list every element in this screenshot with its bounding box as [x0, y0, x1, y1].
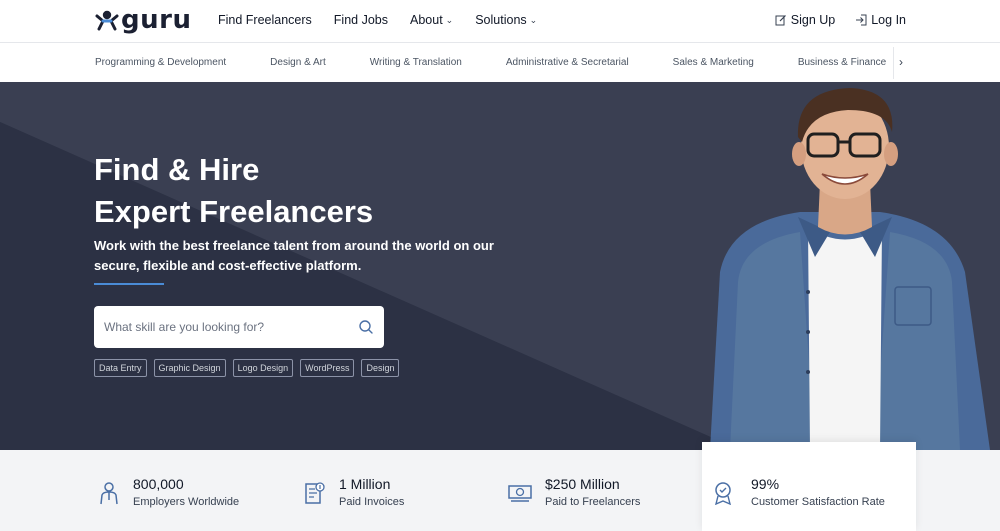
- hero-title-line2: Expert Freelancers: [94, 194, 374, 229]
- nav-label: Find Jobs: [333, 13, 388, 27]
- money-icon: [508, 485, 532, 502]
- search-icon[interactable]: [358, 319, 374, 335]
- guru-logo-icon: [95, 10, 119, 31]
- invoice-icon: [305, 482, 325, 504]
- stat-value: 1 Million: [339, 476, 391, 492]
- category-business[interactable]: Business & Finance: [798, 57, 886, 68]
- tag-wordpress[interactable]: WordPress: [300, 359, 355, 377]
- hero-subtitle: Work with the best freelance talent from…: [94, 238, 494, 273]
- hero-section: Find & Hire Expert Freelancers Work with…: [0, 82, 1000, 450]
- category-writing[interactable]: Writing & Translation: [370, 57, 462, 68]
- login-icon: [856, 14, 867, 26]
- category-list: Programming & Development Design & Art W…: [95, 57, 930, 68]
- nav-label: Solutions: [475, 13, 527, 27]
- auth-links: Sign Up Log In: [775, 13, 906, 27]
- tag-data-entry[interactable]: Data Entry: [94, 359, 147, 377]
- hero-person-image: [710, 88, 990, 450]
- divider: [893, 47, 894, 79]
- logo-text: guru: [121, 5, 192, 35]
- category-administrative[interactable]: Administrative & Secretarial: [506, 57, 629, 68]
- log-in-label: Log In: [871, 13, 906, 27]
- stat-value: 800,000: [133, 476, 184, 492]
- chevron-right-icon[interactable]: ›: [899, 55, 903, 69]
- stat-label: Customer Satisfaction Rate: [751, 496, 885, 508]
- stat-label: Employers Worldwide: [133, 496, 240, 508]
- award-icon: [715, 482, 731, 505]
- top-navbar: guru Find Freelancers Find Jobs About ⌄ …: [0, 0, 1000, 42]
- employer-icon: [100, 482, 118, 505]
- stat-label: Paid Invoices: [339, 496, 405, 508]
- nav-label: Find Freelancers: [218, 13, 312, 27]
- category-bar: Programming & Development Design & Art W…: [0, 42, 1000, 82]
- stat-label: Paid to Freelancers: [545, 496, 641, 508]
- nav-find-freelancers[interactable]: Find Freelancers: [218, 13, 312, 27]
- nav-about[interactable]: About ⌄: [410, 13, 453, 27]
- chevron-down-icon: ⌄: [445, 14, 454, 25]
- hero-title-line1: Find & Hire: [94, 152, 260, 187]
- category-programming[interactable]: Programming & Development: [95, 57, 226, 68]
- category-sales[interactable]: Sales & Marketing: [673, 57, 754, 68]
- stat-satisfaction: 99% Customer Satisfaction Rate: [702, 442, 916, 531]
- nav-find-jobs[interactable]: Find Jobs: [334, 13, 388, 27]
- main-nav: Find Freelancers Find Jobs About ⌄ Solut…: [218, 13, 559, 27]
- sign-up-button[interactable]: Sign Up: [775, 13, 835, 27]
- popular-tags: Data Entry Graphic Design Logo Design Wo…: [94, 359, 400, 377]
- nav-label: About: [410, 13, 443, 27]
- nav-solutions[interactable]: Solutions ⌄: [475, 13, 537, 27]
- stat-paid: $250 Million Paid to Freelancers: [450, 450, 700, 531]
- skill-search-input[interactable]: [104, 317, 344, 337]
- chevron-down-icon: ⌄: [529, 14, 538, 25]
- sign-up-label: Sign Up: [790, 13, 836, 27]
- tag-logo-design[interactable]: Logo Design: [232, 359, 294, 377]
- skill-search-box: [94, 306, 384, 348]
- category-design[interactable]: Design & Art: [270, 57, 326, 68]
- stat-value: 99%: [751, 476, 780, 492]
- stat-invoices: 1 Million Paid Invoices: [250, 450, 450, 531]
- edit-icon: [775, 15, 786, 26]
- stats-bar: 800,000 Employers Worldwide 1 Million Pa…: [0, 442, 1000, 531]
- stat-value: $250 Million: [545, 476, 620, 492]
- accent-divider: [94, 283, 164, 285]
- log-in-button[interactable]: Log In: [855, 13, 906, 27]
- tag-design[interactable]: Design: [361, 359, 400, 377]
- tag-graphic-design[interactable]: Graphic Design: [153, 359, 226, 377]
- guru-logo[interactable]: guru: [95, 5, 192, 35]
- stat-employers: 800,000 Employers Worldwide: [0, 450, 250, 531]
